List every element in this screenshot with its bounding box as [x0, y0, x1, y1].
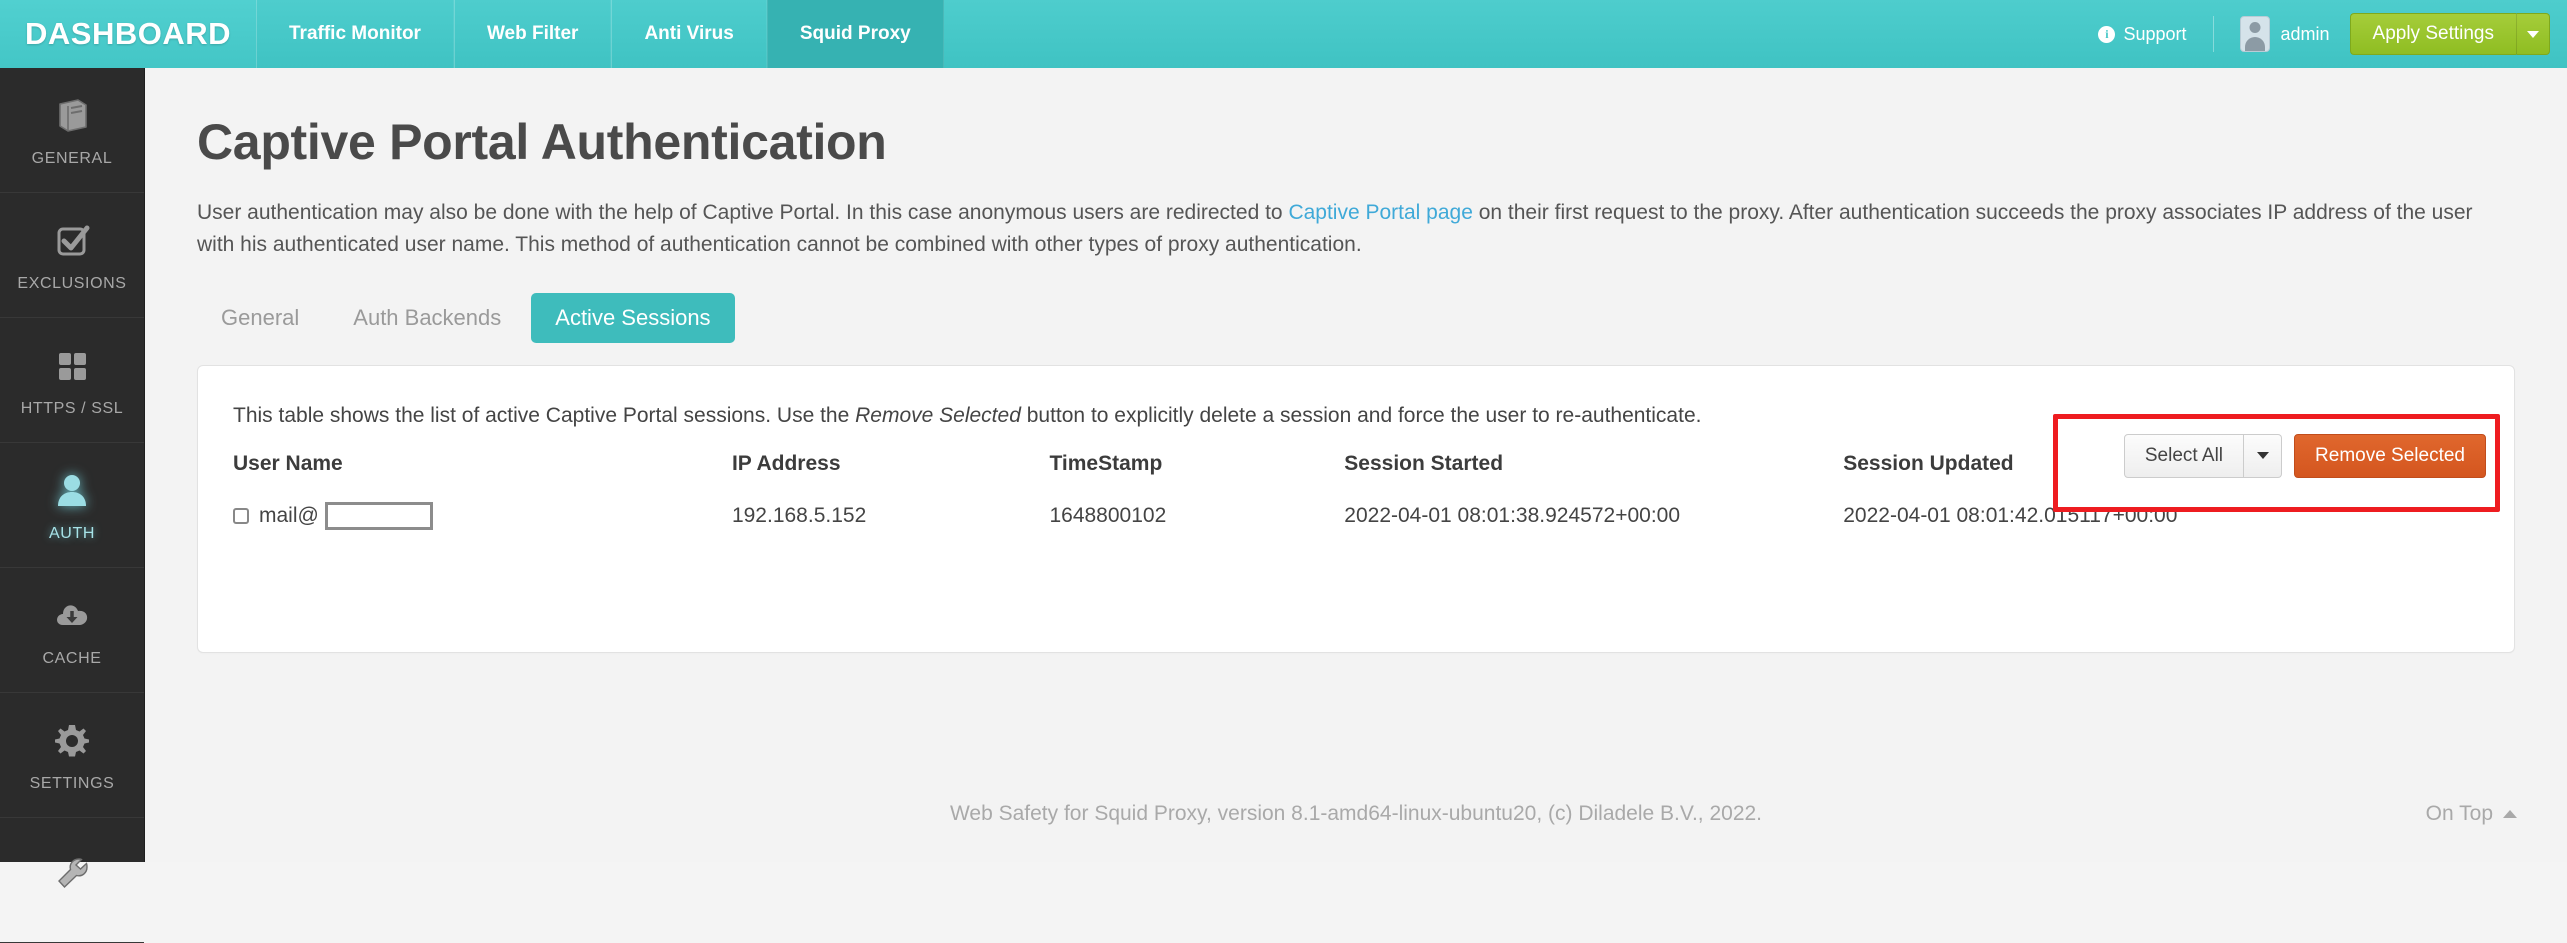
footer-version-text: Web Safety for Squid Proxy, version 8.1-…	[949, 802, 1763, 825]
user-name-label: admin	[2280, 23, 2330, 44]
cloud-download-icon	[50, 593, 94, 637]
sidebar-label-https-ssl: HTTPS / SSL	[20, 399, 124, 417]
apply-settings-dropdown-toggle[interactable]	[2516, 13, 2550, 55]
apply-settings-button[interactable]: Apply Settings	[2349, 13, 2516, 55]
sidebar-item-auth[interactable]: AUTH	[0, 443, 144, 568]
column-header-timestamp: TimeStamp	[1049, 451, 1163, 475]
cell-timestamp: 1648800102	[1049, 503, 1167, 527]
wrench-icon	[50, 852, 94, 896]
nav-tab-anti-virus[interactable]: Anti Virus	[611, 0, 767, 68]
tab-active-sessions[interactable]: Active Sessions	[531, 292, 735, 343]
on-top-button[interactable]: On Top	[2426, 802, 2517, 826]
support-link[interactable]: i Support	[2076, 24, 2208, 45]
column-header-user-name: User Name	[233, 451, 343, 475]
intro-text-part1: User authentication may also be done wit…	[197, 201, 1289, 224]
panel-note: This table shows the list of active Capt…	[198, 366, 2514, 428]
chevron-up-icon	[2503, 810, 2517, 818]
left-sidebar: GENERAL EXCLUSIONS HTTPS / SSL AUTH CACH…	[0, 68, 145, 943]
remove-selected-button[interactable]: Remove Selected	[2294, 433, 2486, 478]
panel-note-part1: This table shows the list of active Capt…	[233, 403, 856, 427]
nav-tab-traffic-monitor[interactable]: Traffic Monitor	[256, 0, 454, 68]
sidebar-label-exclusions: EXCLUSIONS	[17, 274, 127, 292]
sidebar-label-auth: AUTH	[49, 524, 95, 542]
info-icon: i	[2098, 25, 2116, 43]
tab-general[interactable]: General	[197, 293, 323, 343]
grid-squares-icon	[50, 343, 94, 387]
select-all-dropdown-toggle[interactable]	[2244, 433, 2283, 478]
support-label: Support	[2123, 23, 2187, 44]
chevron-down-icon	[2527, 30, 2539, 38]
user-icon	[50, 468, 94, 512]
table-row: mail@ 192.168.5.152 1648800102 2022-04-0…	[233, 492, 2501, 530]
book-icon	[50, 93, 94, 137]
sidebar-item-settings[interactable]: SETTINGS	[0, 693, 144, 818]
divider	[2212, 16, 2214, 52]
sidebar-label-cache: CACHE	[42, 649, 102, 667]
primary-nav-tabs: Traffic Monitor Web Filter Anti Virus Sq…	[256, 0, 944, 68]
sidebar-item-general[interactable]: GENERAL	[0, 68, 144, 193]
column-header-session-started: Session Started	[1344, 451, 1504, 475]
panel-note-part2: button to explicitly delete a session an…	[1020, 403, 1702, 427]
sidebar-item-exclusions[interactable]: EXCLUSIONS	[0, 193, 144, 318]
captive-portal-page-link[interactable]: Captive Portal page	[1288, 201, 1472, 224]
cell-session-started: 2022-04-01 08:01:38.924572+00:00	[1344, 503, 1681, 527]
chevron-down-icon	[2256, 452, 2269, 460]
select-all-group: Select All	[2123, 433, 2283, 478]
top-navigation-bar: DASHBOARD Traffic Monitor Web Filter Ant…	[0, 0, 2567, 68]
cell-ip-address: 192.168.5.152	[731, 503, 867, 527]
sidebar-label-general: GENERAL	[31, 149, 113, 167]
active-sessions-panel: This table shows the list of active Capt…	[197, 364, 2515, 653]
select-all-button[interactable]: Select All	[2123, 433, 2245, 478]
on-top-label: On Top	[2425, 802, 2493, 825]
user-menu[interactable]: admin	[2218, 16, 2350, 52]
page-intro-text: User authentication may also be done wit…	[197, 197, 2487, 261]
cell-user-name: mail@	[233, 492, 732, 530]
top-bar-right-cluster: i Support admin Apply Settings	[2076, 0, 2567, 68]
redacted-user-name-box	[324, 501, 433, 530]
page-title: Captive Portal Authentication	[197, 114, 887, 170]
nav-tab-web-filter[interactable]: Web Filter	[453, 0, 612, 68]
main-content-area: Captive Portal Authentication User authe…	[145, 68, 2567, 862]
page-footer: Web Safety for Squid Proxy, version 8.1-…	[145, 766, 2567, 862]
row-select-checkbox[interactable]	[233, 507, 249, 524]
table-body: mail@ 192.168.5.152 1648800102 2022-04-0…	[233, 492, 2501, 530]
sidebar-item-cache[interactable]: CACHE	[0, 568, 144, 693]
table-actions: Select All Remove Selected	[2123, 433, 2486, 478]
check-square-icon	[50, 218, 94, 262]
avatar	[2239, 16, 2270, 52]
cell-session-updated: 2022-04-01 08:01:42.015117+00:00	[1843, 503, 2178, 527]
user-name-value: mail@	[259, 503, 319, 527]
tab-auth-backends[interactable]: Auth Backends	[329, 293, 525, 343]
nav-tab-squid-proxy[interactable]: Squid Proxy	[766, 0, 944, 68]
column-header-ip-address: IP Address	[731, 451, 841, 475]
sidebar-item-tools[interactable]	[0, 818, 144, 943]
brand-logo[interactable]: DASHBOARD	[0, 0, 256, 68]
sidebar-item-https-ssl[interactable]: HTTPS / SSL	[0, 318, 144, 443]
sidebar-label-settings: SETTINGS	[29, 774, 115, 792]
apply-settings-group: Apply Settings	[2349, 13, 2550, 55]
section-tabs: General Auth Backends Active Sessions	[197, 292, 2567, 343]
panel-note-emphasis: Remove Selected	[855, 403, 1021, 427]
gear-icon	[50, 718, 94, 762]
